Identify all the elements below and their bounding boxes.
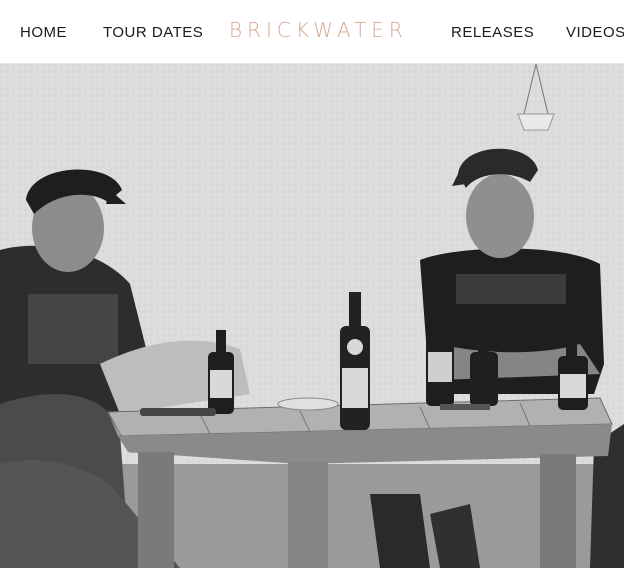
top-navigation: HOME TOUR DATES BRICKWATER RELEASES VIDE… xyxy=(0,0,624,64)
band-photo xyxy=(0,64,624,568)
nav-videos-link[interactable]: VIDEOS xyxy=(566,24,624,41)
site-logo[interactable]: BRICKWATER xyxy=(229,18,408,42)
nav-home-link[interactable]: HOME xyxy=(20,24,67,41)
hero-slider[interactable] xyxy=(0,64,624,568)
nav-releases-link[interactable]: RELEASES xyxy=(451,24,534,41)
nav-tour-dates-link[interactable]: TOUR DATES xyxy=(103,24,203,41)
